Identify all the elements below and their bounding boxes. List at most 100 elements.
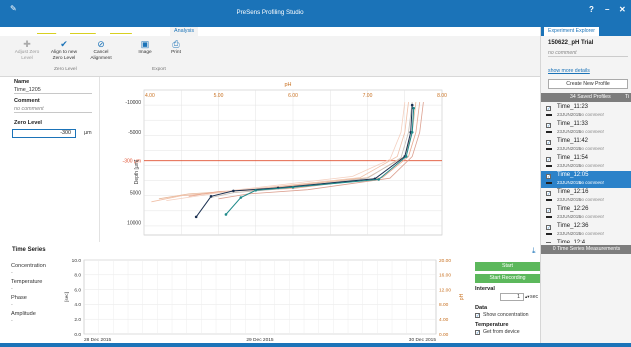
start-recording-button[interactable]: Start Recording — [475, 274, 540, 283]
show-concentration-label: Show concentration — [483, 312, 529, 318]
ts-right-tick-label: 12.00 — [439, 287, 451, 293]
y-axis-label: Depth [µm] — [134, 159, 140, 184]
trial-comment[interactable]: no comment — [548, 50, 628, 57]
x-tick-label: 5.00 — [214, 93, 224, 99]
x-axis-label: pH — [284, 82, 291, 88]
profile-date: 23JUN2015 — [557, 197, 581, 202]
temperature-value: - — [11, 286, 13, 292]
profile-date: 23JUN2015 — [557, 231, 581, 236]
x-tick-label: 7.00 — [363, 93, 373, 99]
show-concentration-checkbox[interactable]: ✓ — [475, 313, 480, 318]
comment-field[interactable]: no comment — [14, 106, 92, 113]
profile-data-point — [239, 196, 243, 199]
profile-checkbox[interactable]: ✓ — [546, 123, 551, 128]
profile-comment: no comment — [579, 163, 604, 168]
tab-devices[interactable]: Devices — [33, 27, 60, 36]
profile-checkbox[interactable]: ✓ — [546, 225, 551, 230]
profile-comment: no comment — [579, 197, 604, 202]
adjust-zero-level-button[interactable]: ✚ Adjust Zero Level — [12, 39, 42, 61]
trial-name: 150622_pH Trial — [548, 40, 594, 46]
saved-profiles-header[interactable]: 34 Saved Profiles Ti — [541, 93, 631, 102]
help-icon[interactable]: ? — [589, 5, 594, 14]
profile-color-swatch — [546, 182, 552, 184]
profile-checkbox[interactable]: ✓ — [546, 242, 551, 243]
get-from-device-label: Get from device — [483, 329, 520, 335]
ts-left-tick-label: 4.0 — [74, 302, 81, 308]
tab-calibration[interactable]: Calibration — [66, 27, 100, 36]
stepper-arrows-icon[interactable]: ▴▾ — [525, 294, 530, 300]
minimize-button[interactable]: – — [605, 5, 609, 14]
time-series-measurements-header[interactable]: 0 Time Series Measurements — [541, 245, 631, 254]
profile-list-item[interactable]: ✓ Time_12:36 23JUN2015 no comment — [541, 222, 631, 239]
profile-checkbox[interactable]: ✓ — [546, 106, 551, 111]
ts-left-tick-label: 6.0 — [74, 287, 81, 293]
get-from-device-checkbox[interactable]: ✓ — [475, 330, 480, 335]
tab-profile[interactable]: Profile — [142, 27, 165, 36]
ts-right-tick-label: 4.00 — [439, 317, 449, 323]
profile-color-swatch — [546, 216, 552, 218]
y-tick-label: 10000 — [127, 221, 141, 227]
group-label-export: Export — [152, 67, 166, 72]
profile-comment: no comment — [579, 214, 604, 219]
download-icon[interactable]: ⤓ — [532, 246, 536, 256]
align-zero-level-button[interactable]: ✔ Align to new Zero Level — [49, 39, 79, 61]
app-title: PreSens Profiling Studio — [236, 9, 304, 16]
image-button[interactable]: ▣ Image — [130, 39, 160, 56]
tab-file[interactable]: File — [10, 27, 27, 36]
close-button[interactable]: ✕ — [619, 5, 626, 14]
time-series-grid — [83, 259, 437, 335]
profile-date: 23JUN2015 — [557, 129, 581, 134]
y-tick-label: -10000 — [125, 100, 141, 106]
profile-list-item[interactable]: ✓ Time_12:26 23JUN2015 no comment — [541, 205, 631, 222]
ts-right-tick-label: 16.00 — [439, 273, 451, 279]
profile-checkbox[interactable]: ✓ — [546, 157, 551, 162]
profile-list-item[interactable]: ✓ Time_11:33 23JUN2015 no comment — [541, 120, 631, 137]
profile-date: 23JUN2015 — [557, 163, 581, 168]
tab-template[interactable]: Template — [106, 27, 136, 36]
profile-data-point — [209, 195, 213, 198]
print-button[interactable]: ⎙ Print — [161, 39, 191, 56]
profile-name: Time_12:26 — [557, 206, 589, 212]
profile-chart[interactable]: 5.00 6.00 7.00 8.004.00-10000-5000-300 µm50… — [100, 77, 460, 242]
zero-level-input[interactable]: -300 — [12, 129, 76, 138]
profile-name: Time_12:05 — [557, 172, 589, 178]
profile-name: Time_11:23 — [557, 104, 589, 110]
profile-data-point — [291, 185, 295, 189]
name-label: Name — [14, 79, 30, 85]
profile-list-item[interactable]: ✓ Time_11:54 23JUN2015 no comment — [541, 154, 631, 171]
profile-list-item[interactable]: ✓ Time_11:23 23JUN2015 no comment — [541, 103, 631, 120]
create-new-profile-button[interactable]: Create New Profile — [548, 79, 628, 89]
show-more-details-link[interactable]: show more details — [548, 68, 590, 74]
status-bar — [0, 343, 631, 347]
phase-label: Phase — [11, 295, 27, 301]
next-tab-label[interactable]: Ti — [625, 93, 629, 102]
phase-value: - — [11, 302, 13, 308]
profile-checkbox[interactable]: ✓ — [546, 191, 551, 196]
profile-name: Time_12:16 — [557, 189, 589, 195]
profile-color-swatch — [546, 148, 552, 150]
profile-checkbox[interactable]: ✓ — [546, 208, 551, 213]
profile-name: Time_11:33 — [557, 121, 589, 127]
zero-level-label: Zero Level — [14, 120, 42, 126]
profile-data-point — [254, 188, 258, 192]
ts-right-tick-label: 8.00 — [439, 302, 449, 308]
experiment-explorer-panel: Experiment Explorer 150622_pH Trial no c… — [540, 27, 631, 347]
profile-comment: no comment — [579, 231, 604, 236]
start-button[interactable]: Start — [475, 262, 540, 271]
zero-level-unit: µm — [84, 130, 92, 136]
profile-color-swatch — [546, 233, 552, 235]
profile-date: 23JUN2015 — [557, 112, 581, 117]
interval-stepper[interactable]: 1 — [500, 293, 524, 301]
profile-list-item[interactable]: ✓ Time_12:4 — [541, 239, 631, 243]
profile-comment: no comment — [579, 146, 604, 151]
profile-list-item[interactable]: ✓ Time_12:05 23JUN2015 no comment — [541, 171, 631, 188]
profile-checkbox[interactable]: ✓ — [546, 140, 551, 145]
tab-analysis[interactable]: Analysis — [170, 27, 199, 36]
comment-label: Comment — [14, 98, 40, 104]
cancel-alignment-button[interactable]: ⊘ Cancel Alignment — [86, 39, 116, 61]
profile-list-item[interactable]: ✓ Time_11:42 23JUN2015 no comment — [541, 137, 631, 154]
profile-checkbox[interactable]: ✓ — [546, 174, 551, 179]
name-field[interactable]: Time_1205 — [14, 87, 92, 94]
profile-list-item[interactable]: ✓ Time_12:16 23JUN2015 no comment — [541, 188, 631, 205]
time-series-chart[interactable]: 10.0 20.00 8.0 16.00 6.0 12.00 4.0 8.00 2.0 4.00 0… — [62, 255, 472, 343]
